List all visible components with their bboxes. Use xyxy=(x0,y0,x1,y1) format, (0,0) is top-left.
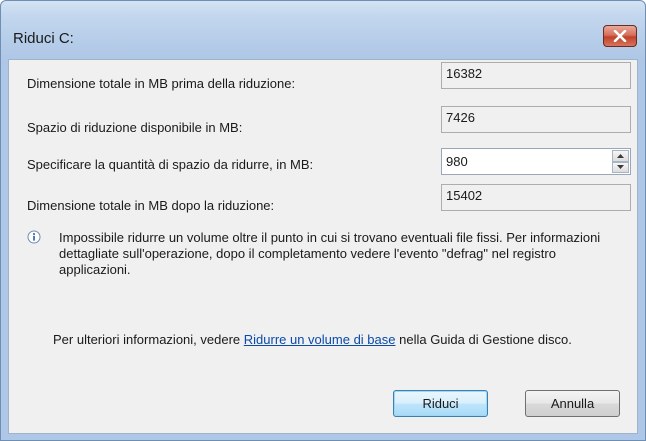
chevron-up-icon xyxy=(617,153,624,158)
info-message: Impossibile ridurre un volume oltre il p… xyxy=(59,230,601,277)
shrink-button[interactable]: Riduci xyxy=(393,390,488,417)
spin-up-button[interactable] xyxy=(612,150,629,162)
total-before-field: 16382 xyxy=(441,62,631,89)
spin-buttons xyxy=(612,150,629,173)
window-title: Riduci C: xyxy=(13,30,74,47)
dialog-body: Dimensione totale in MB prima della ridu… xyxy=(8,59,638,434)
more-info-suffix: nella Guida di Gestione disco. xyxy=(395,332,572,347)
total-after-label: Dimensione totale in MB dopo la riduzion… xyxy=(27,198,275,213)
info-icon xyxy=(27,230,41,244)
available-space-field: 7426 xyxy=(441,106,631,133)
amount-to-shrink-spinbox[interactable]: 980 xyxy=(441,148,631,175)
more-info-text: Per ulteriori informazioni, vedere Ridur… xyxy=(53,330,613,349)
available-space-label: Spazio di riduzione disponibile in MB: xyxy=(27,120,243,135)
close-icon xyxy=(613,30,627,42)
cancel-button[interactable]: Annulla xyxy=(525,390,620,417)
shrink-dialog: Riduci C: Dimensione totale in MB prima … xyxy=(0,0,646,441)
amount-to-shrink-label: Specificare la quantità di spazio da rid… xyxy=(27,157,314,172)
title-bar[interactable]: Riduci C: xyxy=(1,1,645,61)
total-after-field: 15402 xyxy=(441,184,631,211)
amount-to-shrink-input[interactable]: 980 xyxy=(446,154,468,169)
chevron-down-icon xyxy=(617,165,624,170)
close-button[interactable] xyxy=(603,25,637,47)
more-info-prefix: Per ulteriori informazioni, vedere xyxy=(53,332,244,347)
help-link[interactable]: Ridurre un volume di base xyxy=(244,332,396,347)
spin-down-button[interactable] xyxy=(612,161,629,173)
total-before-label: Dimensione totale in MB prima della ridu… xyxy=(27,76,296,91)
